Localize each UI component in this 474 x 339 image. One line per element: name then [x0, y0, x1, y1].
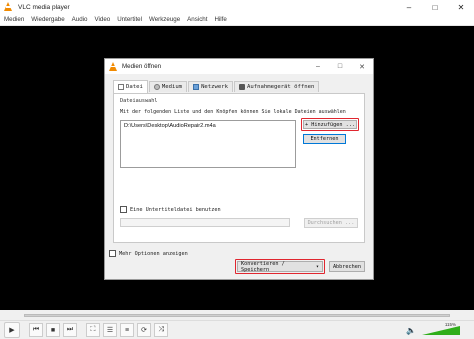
more-options: Mehr Optionen anzeigen: [109, 250, 188, 257]
dialog-titlebar: Medien öffnen – □ ✕: [105, 59, 373, 74]
playlist-icon[interactable]: ≡: [120, 323, 134, 337]
file-icon: [118, 84, 124, 90]
file-selection-description: Mit der folgenden Liste und den Knöpfen …: [120, 109, 346, 115]
volume-slider[interactable]: 115%: [420, 322, 460, 336]
cancel-button[interactable]: Abbrechen: [329, 261, 365, 272]
tab-label: Aufnahmegerät öffnen: [247, 84, 315, 90]
add-file-button[interactable]: + Hinzufügen ...: [303, 120, 357, 129]
menu-ansicht[interactable]: Ansicht: [184, 16, 210, 23]
open-media-dialog: Medien öffnen – □ ✕ Datei Medium Netzwer…: [104, 58, 374, 280]
maximize-button[interactable]: □: [422, 0, 448, 14]
window-title: VLC media player: [18, 3, 70, 11]
file-list[interactable]: D:\Users\Desktop\AudioRepair2.m4a: [120, 120, 296, 168]
menu-hilfe[interactable]: Hilfe: [211, 16, 229, 23]
menu-video[interactable]: Video: [92, 16, 114, 23]
vlc-logo-icon: [109, 61, 118, 72]
tab-datei[interactable]: Datei: [113, 80, 148, 93]
tab-netzwerk[interactable]: Netzwerk: [188, 81, 234, 92]
tab-bar: Datei Medium Netzwerk Aufnahmegerät öffn…: [113, 80, 320, 93]
menu-untertitel[interactable]: Untertitel: [114, 16, 145, 23]
menu-audio[interactable]: Audio: [69, 16, 91, 23]
convert-save-button[interactable]: Konvertieren / Speichern ▾: [237, 260, 323, 273]
close-button[interactable]: ✕: [448, 0, 474, 14]
subtitle-checkbox[interactable]: [120, 206, 127, 213]
dialog-title: Medien öffnen: [122, 63, 162, 70]
minimize-button[interactable]: –: [396, 0, 422, 14]
vlc-logo-icon: [4, 2, 13, 12]
fullscreen-icon[interactable]: ⛶: [86, 323, 100, 337]
speaker-icon[interactable]: 🔈: [406, 326, 416, 335]
tab-label: Netzwerk: [201, 84, 229, 90]
menu-wiedergabe[interactable]: Wiedergabe: [28, 16, 67, 23]
menubar: Medien Wiedergabe Audio Video Untertitel…: [0, 14, 474, 26]
file-selection-group-label: Dateiauswahl: [120, 98, 158, 104]
menu-medien[interactable]: Medien: [1, 16, 27, 23]
capture-icon: [239, 84, 246, 90]
dialog-window-controls: – □ ✕: [307, 59, 373, 74]
dialog-maximize-button[interactable]: □: [329, 59, 351, 74]
more-options-label: Mehr Optionen anzeigen: [119, 250, 188, 257]
subtitle-file-field: [120, 218, 290, 227]
next-icon[interactable]: ⏭: [63, 323, 77, 337]
menu-werkzeuge[interactable]: Werkzeuge: [146, 16, 183, 23]
tab-panel-datei: Dateiauswahl Mit der folgenden Liste und…: [113, 93, 365, 243]
random-icon[interactable]: ⤨: [154, 323, 168, 337]
dialog-close-button[interactable]: ✕: [351, 59, 373, 74]
vlc-titlebar: VLC media player – □ ✕: [0, 0, 474, 14]
seek-bar: [0, 310, 474, 320]
loop-icon[interactable]: ⟳: [137, 323, 151, 337]
network-icon: [193, 84, 200, 90]
volume-label: 115%: [444, 322, 456, 327]
disc-icon: [153, 84, 160, 90]
convert-save-label: Konvertieren / Speichern: [241, 260, 285, 273]
volume-level: [422, 326, 460, 335]
more-options-checkbox[interactable]: [109, 250, 116, 257]
chevron-down-icon[interactable]: ▾: [316, 264, 319, 270]
tab-label: Datei: [126, 84, 143, 90]
tab-medium[interactable]: Medium: [148, 81, 188, 92]
extended-settings-icon[interactable]: ☰: [103, 323, 117, 337]
seek-slider[interactable]: [24, 313, 450, 317]
subtitle-checkbox-label: Eine Untertiteldatei benutzen: [130, 206, 221, 213]
tab-label: Medium: [161, 84, 183, 90]
stop-icon[interactable]: ■: [46, 323, 60, 337]
previous-icon[interactable]: ⏮: [29, 323, 43, 337]
browse-subtitle-button[interactable]: Durchsuchen ...: [304, 218, 358, 228]
tab-aufnahmegeraet[interactable]: Aufnahmegerät öffnen: [234, 81, 320, 92]
dialog-minimize-button[interactable]: –: [307, 59, 329, 74]
playback-controls: ▶ ⏮ ■ ⏭ ⛶ ☰ ≡ ⟳ ⤨ 🔈 115%: [0, 320, 474, 339]
subtitle-option: Eine Untertiteldatei benutzen: [120, 206, 221, 213]
list-item[interactable]: D:\Users\Desktop\AudioRepair2.m4a: [121, 121, 295, 131]
window-controls: – □ ✕: [396, 0, 474, 14]
remove-file-button[interactable]: Entfernen: [303, 134, 346, 144]
play-icon[interactable]: ▶: [4, 322, 20, 338]
